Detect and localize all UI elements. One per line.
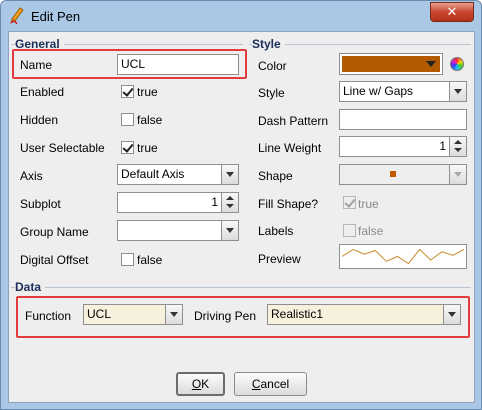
hidden-value-text: false (137, 113, 163, 127)
hidden-checkbox[interactable] (121, 113, 134, 126)
preview-label: Preview (258, 252, 301, 266)
cancel-label-rest: ancel (260, 377, 290, 391)
function-dropdown[interactable]: UCL (83, 304, 183, 325)
axis-dropdown[interactable]: Default Axis (117, 164, 239, 185)
dialog-body: General Style Data Name UCL Enabled true… (8, 31, 475, 403)
pencil-icon (10, 7, 24, 25)
ok-label-rest: K (201, 377, 210, 391)
hidden-label: Hidden (20, 113, 59, 127)
close-button[interactable]: ✕ (430, 2, 474, 22)
name-field[interactable]: UCL (117, 54, 239, 75)
color-wheel-icon[interactable] (450, 57, 464, 71)
window-title: Edit Pen (31, 9, 81, 24)
user-selectable-label: User Selectable (20, 141, 105, 155)
close-icon: ✕ (446, 4, 458, 19)
chevron-down-icon[interactable] (449, 165, 466, 184)
line-weight-value: 1 (439, 139, 446, 153)
style-label: Style (258, 86, 285, 100)
digital-offset-label: Digital Offset (20, 253, 89, 267)
enabled-label: Enabled (20, 85, 65, 99)
digital-offset-value-text: false (137, 253, 163, 267)
shape-label: Shape (258, 169, 293, 183)
line-weight-label: Line Weight (258, 141, 322, 155)
chevron-down-icon[interactable] (221, 221, 238, 240)
subplot-label: Subplot (20, 197, 61, 211)
driving-pen-label: Driving Pen (194, 309, 257, 323)
style-value: Line w/ Gaps (343, 84, 414, 98)
spinner-arrows-icon[interactable] (449, 137, 466, 156)
dash-pattern-field[interactable] (339, 109, 467, 130)
subplot-spinner[interactable]: 1 (117, 192, 239, 213)
fill-shape-label: Fill Shape? (258, 197, 319, 211)
chevron-down-icon[interactable] (426, 61, 436, 67)
style-section-title: Style (252, 37, 285, 51)
labels-label: Labels (258, 224, 294, 238)
driving-pen-value: Realistic1 (271, 307, 324, 321)
function-label: Function (25, 309, 72, 323)
user-selectable-value-text: true (137, 141, 158, 155)
labels-value-text: false (358, 224, 384, 238)
shape-dropdown[interactable] (339, 164, 467, 185)
user-selectable-checkbox[interactable] (121, 141, 134, 154)
group-name-dropdown[interactable] (117, 220, 239, 241)
ok-mnemonic: O (191, 377, 202, 391)
chevron-down-icon[interactable] (449, 82, 466, 101)
color-label: Color (258, 59, 287, 73)
data-separator (11, 287, 471, 288)
function-value: UCL (87, 307, 112, 321)
dash-pattern-label: Dash Pattern (258, 114, 329, 128)
fill-shape-checkbox[interactable] (343, 196, 356, 209)
enabled-value-text: true (137, 85, 158, 99)
enabled-checkbox[interactable] (121, 85, 134, 98)
labels-checkbox[interactable] (343, 224, 356, 237)
chevron-down-icon[interactable] (165, 305, 182, 324)
subplot-value: 1 (211, 195, 218, 209)
name-label: Name (20, 58, 53, 72)
cancel-button[interactable]: Cancel (234, 372, 307, 396)
line-preview (339, 244, 467, 269)
spinner-arrows-icon[interactable] (221, 193, 238, 212)
style-dropdown[interactable]: Line w/ Gaps (339, 81, 467, 102)
fill-shape-value-text: true (358, 197, 379, 211)
digital-offset-checkbox[interactable] (121, 253, 134, 266)
group-name-label: Group Name (20, 225, 89, 239)
line-weight-spinner[interactable]: 1 (339, 136, 467, 157)
preview-line (341, 248, 465, 265)
edit-pen-dialog: Edit Pen ✕ General Style Data Name UCL E… (0, 0, 482, 410)
axis-label: Axis (20, 169, 43, 183)
ok-button[interactable]: OK (176, 372, 225, 396)
chevron-down-icon[interactable] (443, 305, 460, 324)
driving-pen-dropdown[interactable]: Realistic1 (267, 304, 461, 325)
axis-value: Default Axis (121, 167, 185, 181)
title-bar[interactable]: Edit Pen ✕ (1, 1, 481, 31)
data-section-title: Data (15, 280, 46, 294)
chevron-down-icon[interactable] (221, 165, 238, 184)
square-shape-icon (390, 171, 396, 177)
color-dropdown[interactable] (339, 53, 443, 75)
